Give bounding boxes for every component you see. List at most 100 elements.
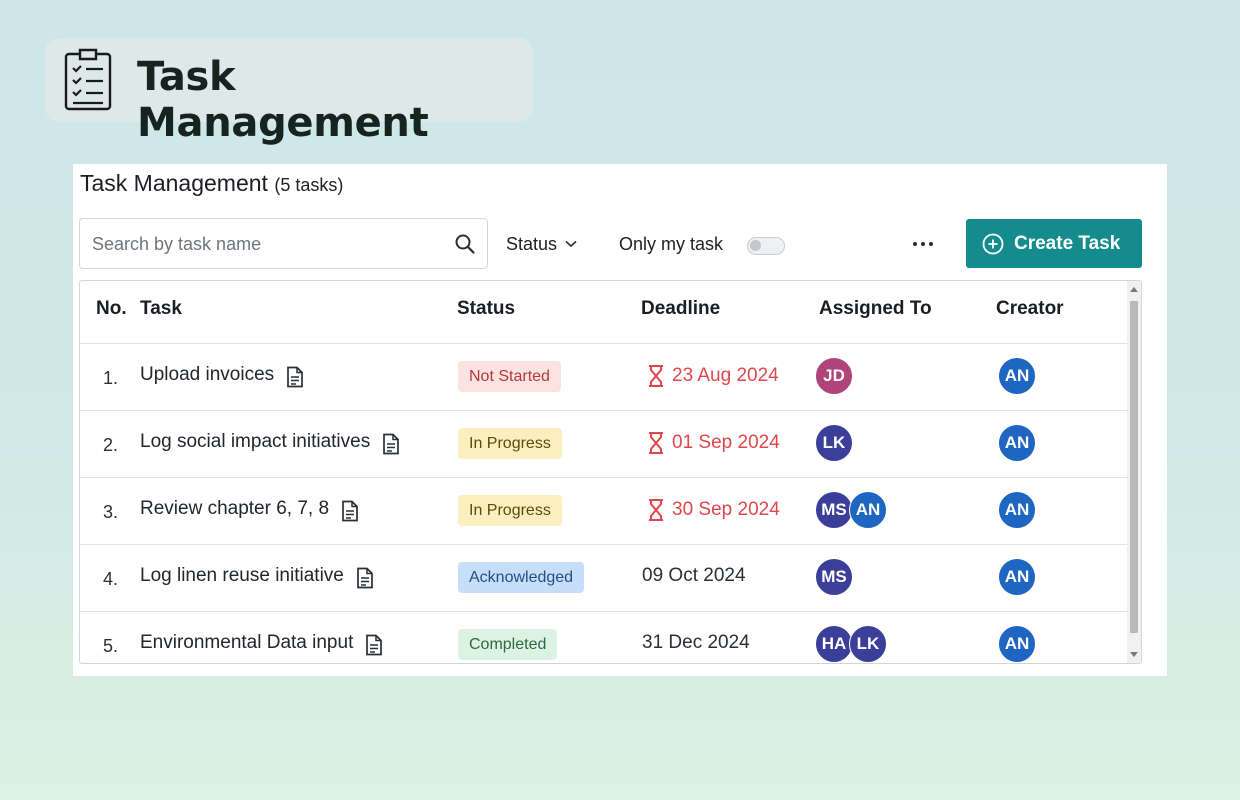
document-icon[interactable] bbox=[382, 433, 400, 455]
page-title-text: Task Management bbox=[80, 170, 268, 196]
table-row[interactable]: 4. Log linen reuse initiative Acknowledged… bbox=[80, 545, 1128, 612]
status-badge: Completed bbox=[458, 629, 558, 660]
status-filter-dropdown[interactable]: Status bbox=[506, 230, 577, 258]
status-badge: In Progress bbox=[458, 495, 562, 526]
hero-banner: Task Management bbox=[45, 38, 533, 146]
assigned-avatars: LK bbox=[815, 424, 853, 462]
deadline-date: 30 Sep 2024 bbox=[672, 499, 780, 520]
deadline-date: 09 Oct 2024 bbox=[642, 565, 746, 586]
status-badge: Acknowledged bbox=[458, 562, 585, 593]
creator-cell: AN bbox=[998, 558, 1036, 596]
document-icon[interactable] bbox=[341, 500, 359, 522]
hourglass-icon bbox=[649, 365, 663, 387]
task-name-cell[interactable]: Environmental Data input bbox=[140, 630, 383, 656]
deadline-cell: 23 Aug 2024 bbox=[646, 364, 779, 388]
deadline-cell: 09 Oct 2024 bbox=[642, 565, 746, 587]
header-assigned-to[interactable]: Assigned To bbox=[819, 298, 932, 320]
avatar[interactable]: MS bbox=[815, 558, 853, 596]
status-filter-label: Status bbox=[506, 233, 558, 254]
hourglass-icon bbox=[649, 499, 663, 521]
task-panel: Task Management (5 tasks) Status Only my… bbox=[73, 164, 1167, 676]
status-badge: Not Started bbox=[458, 361, 561, 392]
more-dot-icon bbox=[913, 242, 917, 246]
task-name[interactable]: Upload invoices bbox=[140, 364, 274, 386]
toggle-knob bbox=[750, 240, 761, 251]
avatar[interactable]: AN bbox=[849, 491, 887, 529]
table-row[interactable]: 3. Review chapter 6, 7, 8 In Progress 30 Se… bbox=[80, 478, 1128, 545]
row-number: 3. bbox=[102, 502, 118, 522]
task-name[interactable]: Review chapter 6, 7, 8 bbox=[140, 498, 329, 520]
task-name-cell[interactable]: Log linen reuse initiative bbox=[140, 563, 374, 589]
search-icon[interactable] bbox=[454, 233, 476, 255]
avatar[interactable]: AN bbox=[998, 424, 1036, 462]
deadline-cell: 01 Sep 2024 bbox=[646, 431, 780, 455]
avatar[interactable]: AN bbox=[998, 357, 1036, 395]
creator-cell: AN bbox=[998, 357, 1036, 395]
creator-cell: AN bbox=[998, 424, 1036, 462]
assigned-avatars: HA LK bbox=[815, 625, 887, 663]
avatar[interactable]: LK bbox=[815, 424, 853, 462]
document-icon[interactable] bbox=[365, 634, 383, 656]
table-row[interactable]: 2. Log social impact initiatives In Progre… bbox=[80, 411, 1128, 478]
hero-title: Task Management bbox=[137, 54, 429, 146]
header-deadline[interactable]: Deadline bbox=[641, 298, 720, 320]
clipboard-checklist-icon bbox=[64, 48, 112, 111]
header-status[interactable]: Status bbox=[457, 298, 515, 320]
page-title: Task Management (5 tasks) bbox=[80, 170, 343, 197]
task-name-cell[interactable]: Log social impact initiatives bbox=[140, 429, 400, 455]
header-task[interactable]: Task bbox=[140, 298, 182, 320]
row-number: 4. bbox=[102, 569, 118, 589]
row-number: 1. bbox=[102, 368, 118, 388]
deadline-date: 23 Aug 2024 bbox=[672, 365, 779, 386]
assigned-avatars: JD bbox=[815, 357, 853, 395]
avatar[interactable]: AN bbox=[998, 625, 1036, 663]
deadline-cell: 30 Sep 2024 bbox=[646, 498, 780, 522]
deadline-date: 01 Sep 2024 bbox=[672, 432, 780, 453]
create-task-label: Create Task bbox=[1014, 232, 1121, 254]
hourglass-icon bbox=[649, 432, 663, 454]
create-task-button[interactable]: Create Task bbox=[966, 219, 1142, 268]
scroll-down-arrow-icon[interactable] bbox=[1130, 652, 1138, 657]
creator-cell: AN bbox=[998, 625, 1036, 663]
assigned-avatars: MS bbox=[815, 558, 853, 596]
search-input[interactable] bbox=[92, 232, 432, 256]
deadline-date: 31 Dec 2024 bbox=[642, 632, 750, 653]
status-badge: In Progress bbox=[458, 428, 562, 459]
task-name-cell[interactable]: Upload invoices bbox=[140, 362, 304, 388]
avatar[interactable]: JD bbox=[815, 357, 853, 395]
avatar[interactable]: HA bbox=[815, 625, 853, 663]
only-my-task-toggle[interactable] bbox=[747, 237, 785, 255]
deadline-cell: 31 Dec 2024 bbox=[642, 632, 750, 654]
scroll-thumb[interactable] bbox=[1130, 301, 1138, 633]
more-dot-icon bbox=[929, 242, 933, 246]
task-name[interactable]: Environmental Data input bbox=[140, 632, 353, 654]
avatar[interactable]: AN bbox=[998, 491, 1036, 529]
avatar[interactable]: AN bbox=[998, 558, 1036, 596]
header-no[interactable]: No. bbox=[96, 298, 127, 320]
only-my-task-label: Only my task bbox=[619, 233, 724, 254]
search-box[interactable] bbox=[79, 218, 488, 269]
avatar[interactable]: MS bbox=[815, 491, 853, 529]
header-creator[interactable]: Creator bbox=[996, 298, 1064, 320]
task-name[interactable]: Log linen reuse initiative bbox=[140, 565, 344, 587]
more-options-button[interactable] bbox=[905, 232, 941, 256]
creator-cell: AN bbox=[998, 491, 1036, 529]
task-table: No. Task Status Deadline Assigned To Cre… bbox=[79, 280, 1142, 664]
more-dot-icon bbox=[921, 242, 925, 246]
task-name[interactable]: Log social impact initiatives bbox=[140, 431, 370, 453]
assigned-avatars: MS AN bbox=[815, 491, 887, 529]
task-name-cell[interactable]: Review chapter 6, 7, 8 bbox=[140, 496, 359, 522]
table-scrollbar[interactable] bbox=[1127, 281, 1141, 663]
table-row[interactable]: 1. Upload invoices Not Started 23 Aug 2024 J… bbox=[80, 344, 1128, 411]
scroll-up-arrow-icon[interactable] bbox=[1130, 287, 1138, 292]
chevron-down-icon bbox=[565, 240, 577, 248]
row-number: 2. bbox=[102, 435, 118, 455]
row-number: 5. bbox=[102, 636, 118, 656]
document-icon[interactable] bbox=[356, 567, 374, 589]
avatar[interactable]: LK bbox=[849, 625, 887, 663]
plus-circle-icon bbox=[982, 233, 1004, 254]
document-icon[interactable] bbox=[286, 366, 304, 388]
table-row[interactable]: 5. Environmental Data input Completed 31 De… bbox=[80, 612, 1128, 663]
task-count: (5 tasks) bbox=[274, 175, 344, 195]
table-header: No. Task Status Deadline Assigned To Cre… bbox=[80, 281, 1128, 344]
